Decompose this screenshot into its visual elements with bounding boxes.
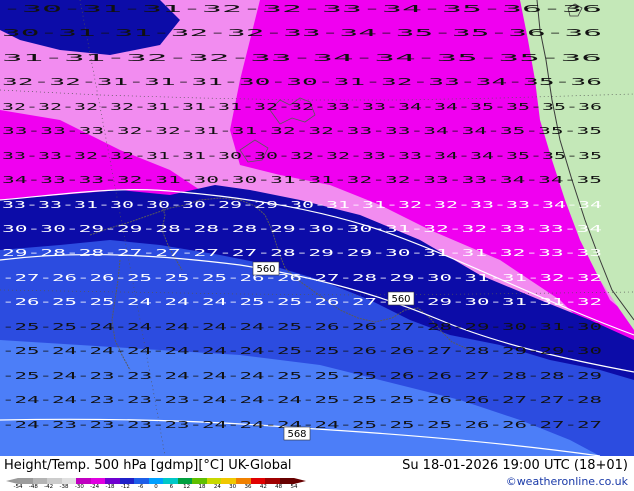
height-label-1-text: 560 — [256, 264, 275, 275]
scale-tick-label: -12 — [120, 484, 130, 490]
scale-tick-label: -18 — [105, 484, 115, 490]
height-label-1: 560 — [252, 261, 280, 276]
scale-tick-label: -54 — [13, 484, 23, 490]
temp-label-row: -24-24-23-23-23-24-24-24-25-25-25-26-26-… — [2, 395, 602, 406]
scale-tick-label: 54 — [290, 484, 298, 490]
map-datetime: Su 18-01-2026 19:00 UTC (18+01) — [402, 458, 628, 473]
temp-label-row: -26-25-25-24-24-24-25-25-26-27-28-29-30-… — [2, 297, 602, 308]
copyright-text[interactable]: ©weatheronline.co.uk — [506, 475, 628, 488]
color-scale: -54 -48 -42 -38 -30 -24 -18 -12 -6 0 6 12 18 24 30 36 42… — [6, 478, 306, 490]
scale-tick-label: 24 — [213, 484, 221, 490]
scale-tick-label: 48 — [275, 484, 283, 490]
scale-tick-label: -42 — [44, 484, 54, 490]
temp-label-row: 30-30-29-29-28-28-28-29-30-30-31-32-32-3… — [2, 224, 602, 235]
height-label-2-text: 560 — [391, 294, 410, 305]
weather-map: -30-31-31-32-32-33-34-35-36-36 30-31-31-3… — [0, 0, 634, 457]
temp-label-row: -25-25-24-24-24-24-24-25-26-26-27-28-29-… — [2, 322, 602, 333]
temp-label-row: -25-24-23-23-24-24-24-25-25-25-26-26-27-… — [2, 371, 602, 382]
temp-label-row: 33-33-32-32-31-31-30-30-32-32-33-33-34-3… — [2, 151, 602, 162]
temp-label-row: -27-26-26-25-25-25-26-26-27-28-29-30-31-… — [2, 273, 602, 284]
height-label-3: 568 — [283, 426, 311, 441]
height-label-2: 560 — [387, 291, 415, 306]
temp-label-row: 30-31-31-32-32-33-34-35-35-36-36 — [2, 28, 602, 39]
scale-tick-label: -38 — [59, 484, 69, 490]
temp-label-row: -25-24-24-24-24-24-24-25-25-26-26-27-28-… — [2, 346, 602, 357]
temp-label-row: 33-33-31-30-30-30-29-29-30-31-31-32-32-3… — [2, 200, 602, 211]
scale-tick-label: -6 — [137, 484, 144, 490]
map-title: Height/Temp. 500 hPa [gdmp][°C] UK-Globa… — [4, 458, 292, 473]
scale-tick-label: 18 — [198, 484, 206, 490]
temp-label-row: 34-33-33-32-31-30-30-31-31-32-32-33-33-3… — [2, 175, 602, 186]
footer: Height/Temp. 500 hPa [gdmp][°C] UK-Globa… — [0, 456, 634, 490]
temperature-map-canvas: -30-31-31-32-32-33-34-35-36-36 30-31-31-3… — [0, 0, 634, 457]
scale-tick-label: -24 — [90, 484, 100, 490]
temp-label-row: 29-28-28-27-27-27-27-28-29-29-30-31-31-3… — [2, 248, 602, 259]
scale-tick-label: -48 — [28, 484, 38, 490]
scale-tick-label: 36 — [244, 484, 252, 490]
scale-tick-label: 0 — [154, 484, 158, 490]
temp-label-row: 32-32-32-32-31-31-31-32-32-33-33-34-34-3… — [2, 102, 602, 113]
temp-label-row: 33-33-33-32-32-31-31-32-32-33-33-34-34-3… — [2, 126, 602, 137]
scale-tick-label: 6 — [169, 484, 174, 490]
scale-tick-label: -30 — [74, 484, 84, 490]
height-label-3-text: 568 — [287, 429, 306, 440]
temp-label-row: 32-32-31-31-31-30-30-31-32-33-34-35-36 — [2, 77, 602, 88]
temp-label-row: -30-31-31-32-32-33-34-35-36-36 — [2, 4, 602, 15]
temp-label-row: 31-31-32-32-33-34-34-35-35-36 — [2, 53, 602, 64]
scale-tick-label: 30 — [229, 484, 237, 490]
scale-tick-label: 42 — [259, 484, 267, 490]
scale-tick-label: 12 — [183, 484, 191, 490]
